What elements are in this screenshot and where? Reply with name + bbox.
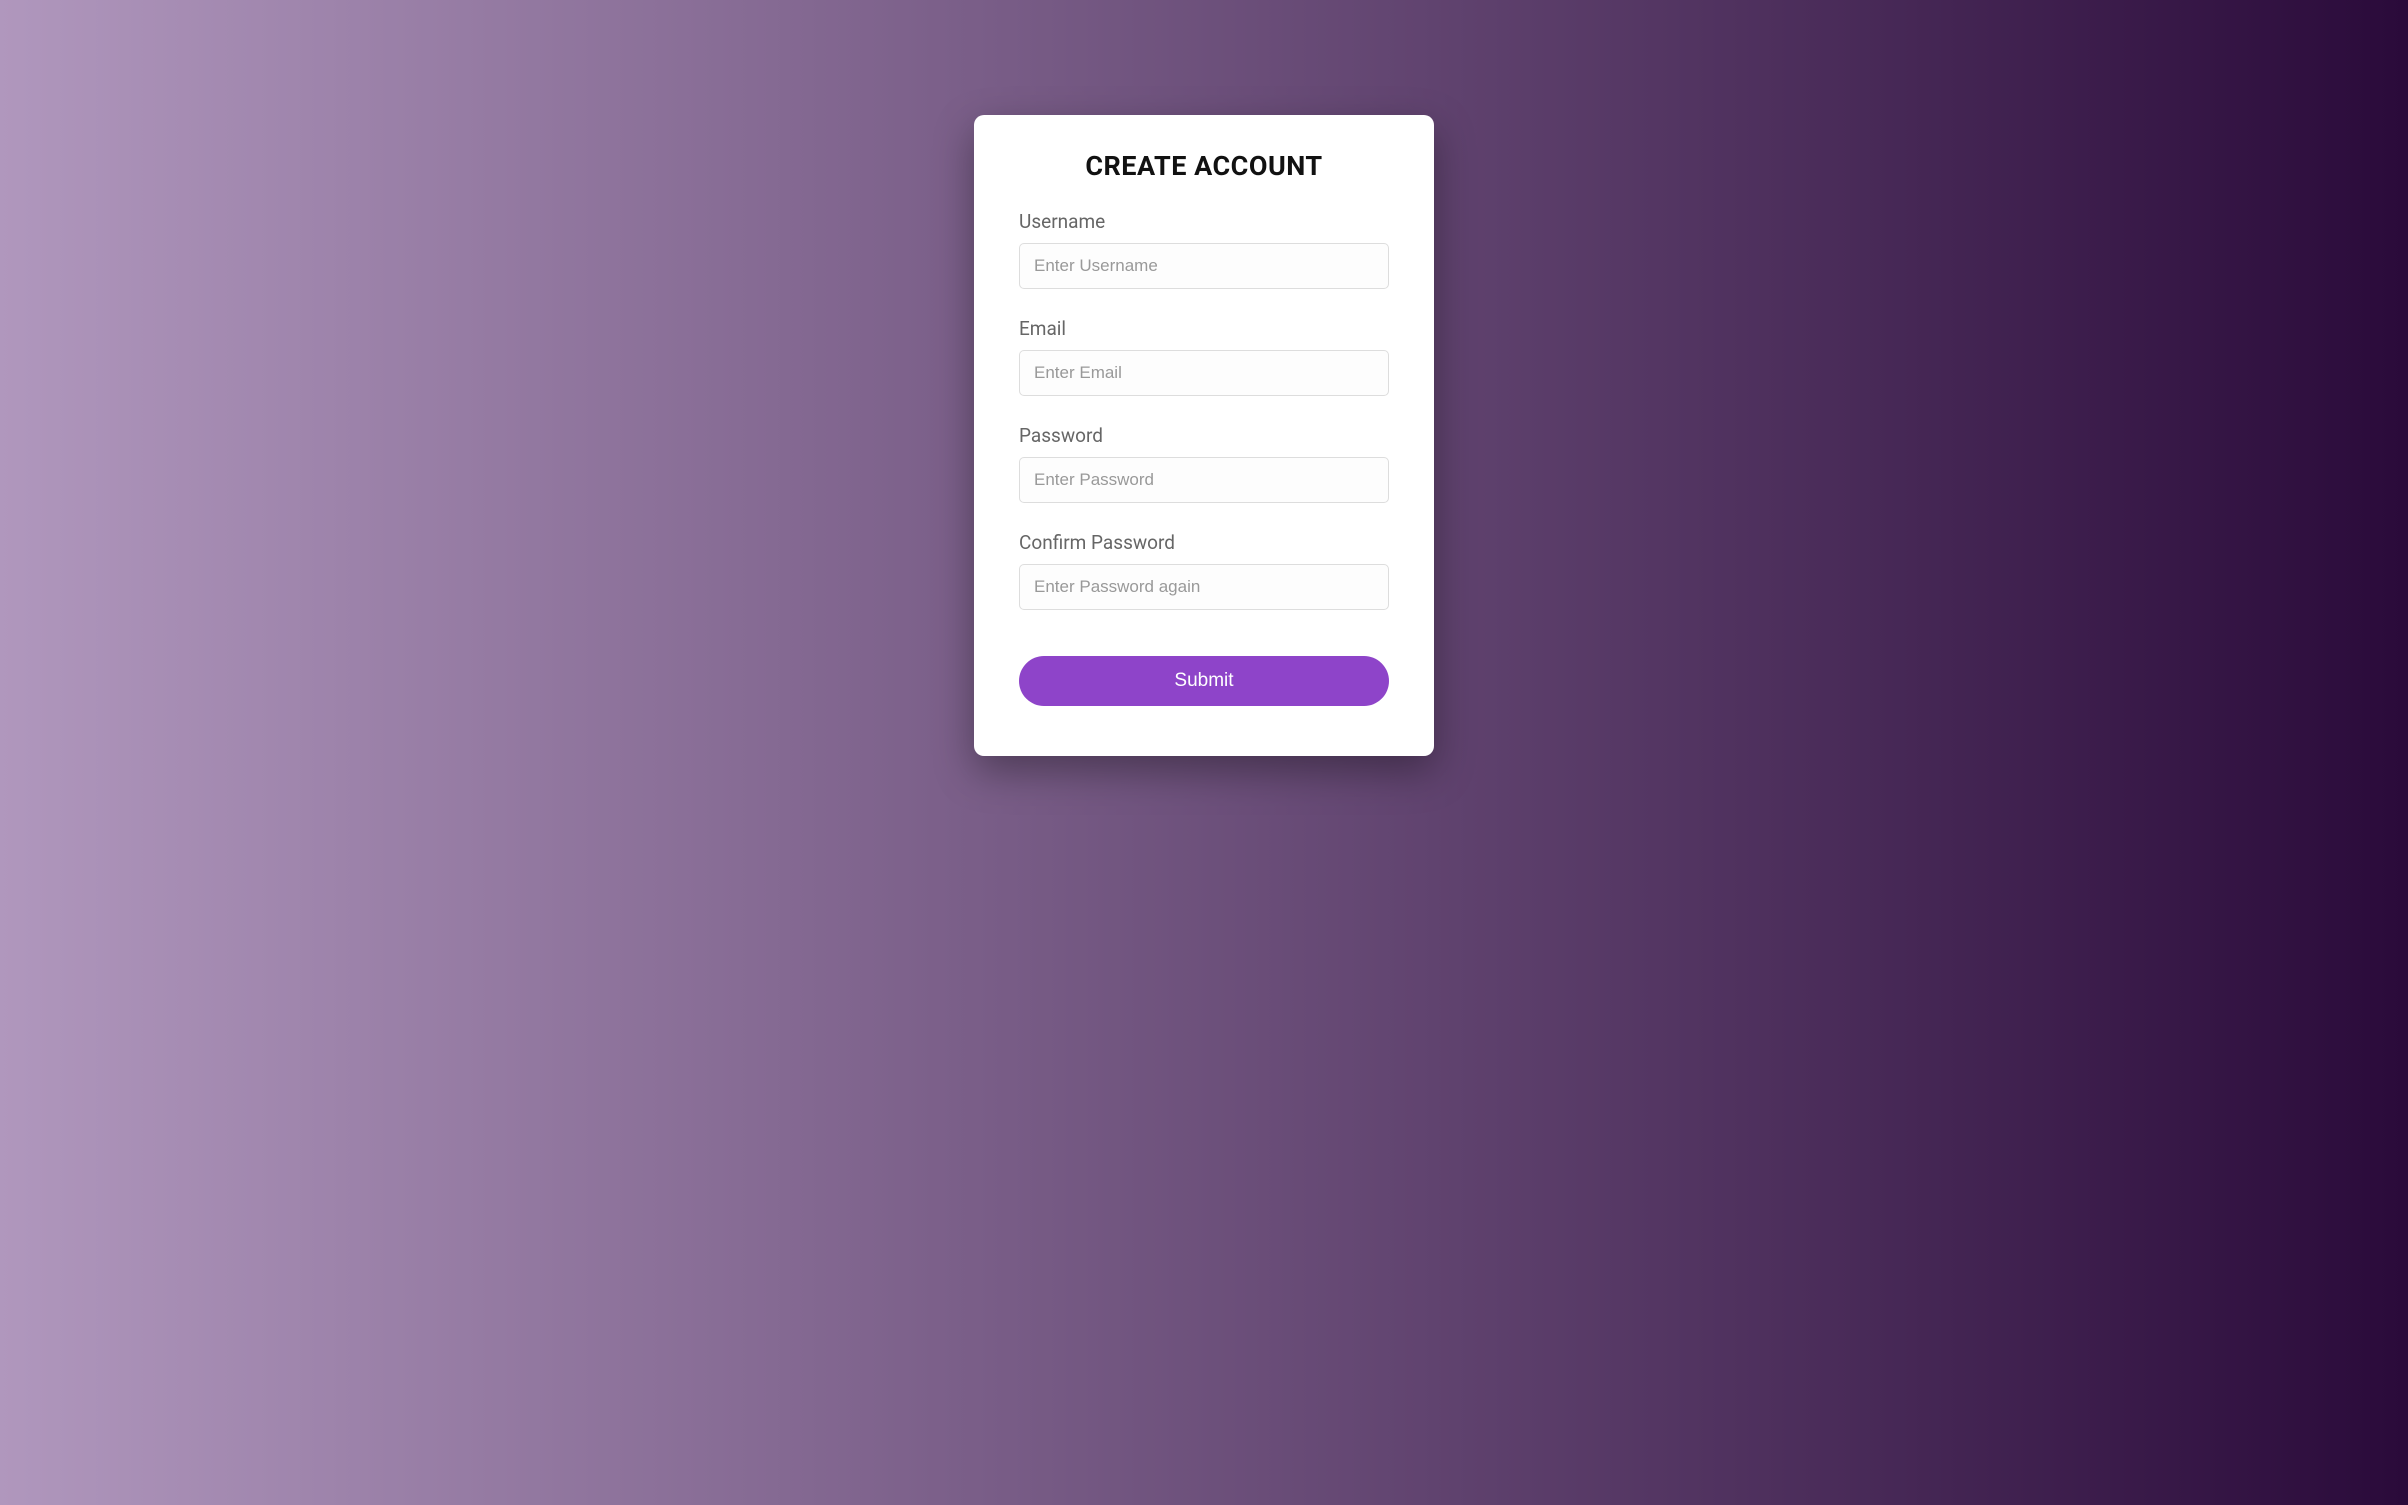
- password-group: Password: [1019, 424, 1389, 503]
- confirm-password-input[interactable]: [1019, 564, 1389, 610]
- username-group: Username: [1019, 210, 1389, 289]
- username-input[interactable]: [1019, 243, 1389, 289]
- card-title: CREATE ACCOUNT: [1019, 150, 1389, 182]
- confirm-password-group: Confirm Password: [1019, 531, 1389, 610]
- username-label: Username: [1019, 210, 1389, 233]
- password-input[interactable]: [1019, 457, 1389, 503]
- submit-button[interactable]: Submit: [1019, 656, 1389, 706]
- password-label: Password: [1019, 424, 1389, 447]
- email-group: Email: [1019, 317, 1389, 396]
- email-input[interactable]: [1019, 350, 1389, 396]
- email-label: Email: [1019, 317, 1389, 340]
- confirm-password-label: Confirm Password: [1019, 531, 1389, 554]
- create-account-card: CREATE ACCOUNT Username Email Password C…: [974, 115, 1434, 756]
